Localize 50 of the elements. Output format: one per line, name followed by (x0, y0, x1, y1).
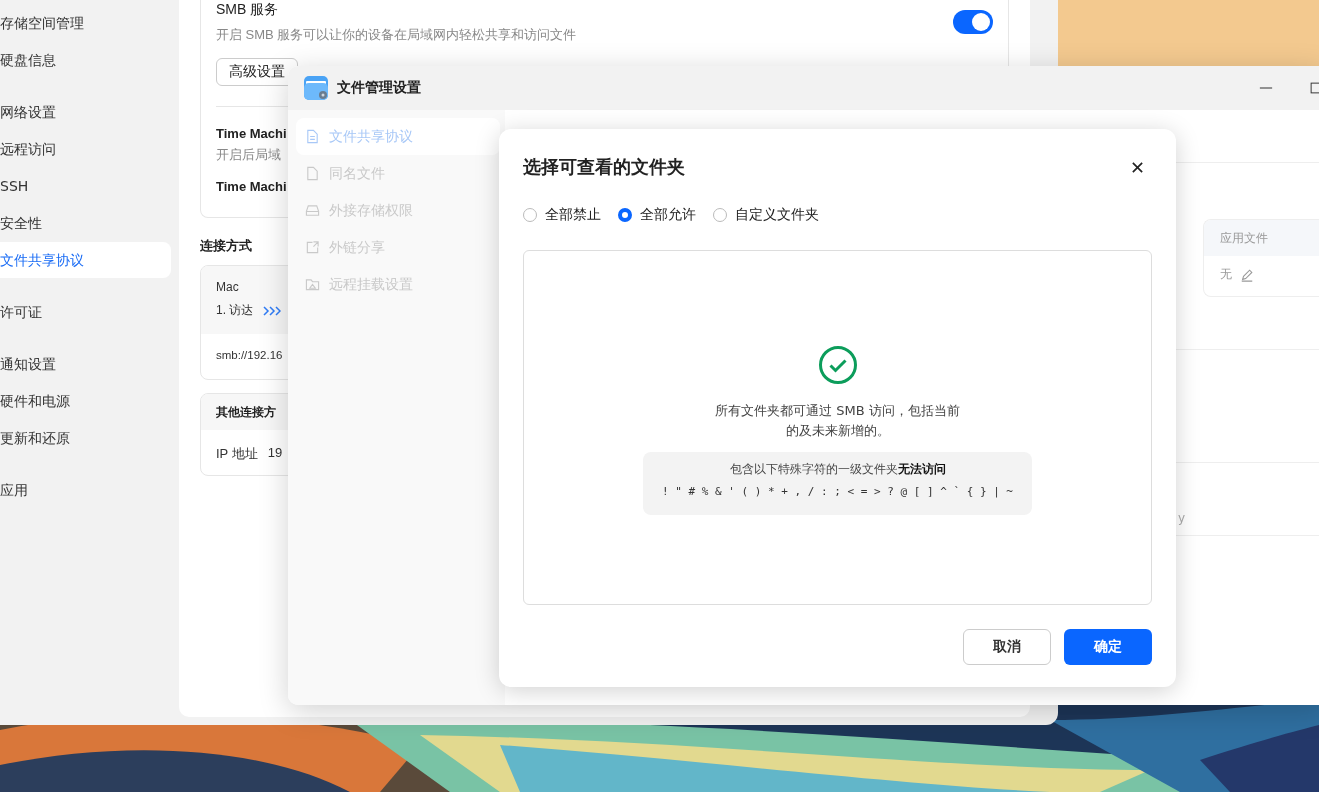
drive-icon (305, 203, 320, 218)
maximize-icon[interactable] (1310, 82, 1319, 94)
column-header: 应用文件 (1220, 229, 1268, 247)
confirm-button[interactable]: 确定 (1064, 629, 1152, 665)
sidebar-item[interactable]: 硬盘信息 (0, 42, 171, 78)
text-fragment: y (1178, 511, 1187, 525)
chevrons-icon (263, 305, 282, 316)
advanced-settings-button[interactable]: 高级设置 (216, 58, 298, 86)
document-icon (305, 129, 320, 144)
folder-icon (305, 277, 320, 292)
smb-title: SMB 服务 (216, 0, 280, 18)
sidebar-item[interactable]: 应用 (0, 472, 171, 508)
window-title: 文件管理设置 (337, 79, 421, 97)
folder-app-icon (304, 76, 328, 100)
smb-toggle[interactable] (953, 10, 993, 34)
mac-title: Mac (216, 280, 239, 294)
cancel-button[interactable]: 取消 (963, 629, 1051, 665)
check-circle-icon (817, 345, 858, 385)
step-text: 1. 访达 (216, 302, 254, 319)
pencil-icon[interactable] (1240, 267, 1254, 282)
share-icon (305, 240, 320, 255)
card-title: 其他连接方 (216, 403, 276, 421)
sidebar-item[interactable]: 安全性 (0, 205, 171, 241)
sidebar-item[interactable]: 许可证 (0, 294, 171, 330)
sidebar-item[interactable]: 更新和还原 (0, 420, 171, 456)
sidebar-item[interactable]: 存储空间管理 (0, 5, 171, 41)
table-cell: 无 (1220, 266, 1232, 283)
radio-option[interactable]: 自定义文件夹 (713, 206, 819, 224)
radio-option[interactable]: 全部允许 (618, 206, 696, 224)
smb-description: 开启 SMB 服务可以让你的设备在局域网内轻松共享和访问文件 (216, 26, 577, 44)
special-characters: ! " # % & ' ( ) * + , / : ; < = > ? @ [ ] ^ ` { } | ~ (662, 485, 1013, 498)
notice-text: 包含以下特殊字符的一级文件夹无法访问 (729, 462, 946, 477)
ip-value: 19 (267, 445, 283, 462)
sidebar-item[interactable]: 网络设置 (0, 94, 171, 130)
section-heading: 连接方式 (200, 237, 252, 255)
sidebar-item[interactable]: 远程访问 (0, 131, 171, 167)
message-text: 所有文件夹都可通过 SMB 访问，包括当前 的及未来新增的。 (715, 402, 960, 440)
file-icon (305, 166, 320, 181)
radio-option[interactable]: 全部禁止 (523, 206, 601, 224)
close-icon[interactable] (1131, 160, 1144, 174)
ip-label: IP 地址 (216, 445, 258, 463)
sidebar-item[interactable]: SSH (0, 168, 171, 204)
sidebar-item[interactable]: 硬件和电源 (0, 383, 171, 419)
sidebar-item[interactable]: 通知设置 (0, 346, 171, 382)
dialog-title: 选择可查看的文件夹 (523, 155, 685, 179)
time-machine-description: 开启后局域 (216, 146, 281, 164)
time-machine-title: Time Machi (216, 126, 287, 141)
smb-address: smb://192.16 (216, 349, 283, 361)
sidebar-item[interactable]: 文件共享协议 (0, 242, 171, 278)
time-machine-title: Time Machi (216, 179, 287, 194)
